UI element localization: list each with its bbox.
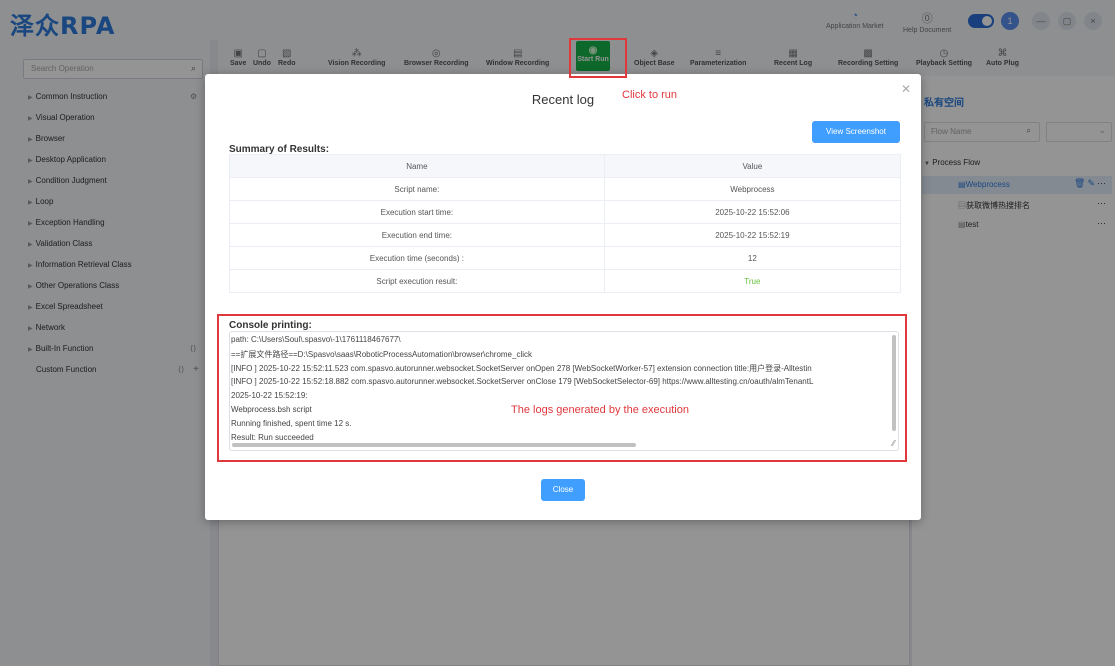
- table-row: Execution time (seconds) :12: [229, 246, 902, 270]
- view-screenshot-button[interactable]: View Screenshot: [812, 121, 900, 143]
- table-row: Execution end time: 2025-10-22 15:52:19: [229, 223, 902, 247]
- dialog-title: Recent log: [531, 92, 595, 107]
- cell-name: Execution start time:: [229, 200, 605, 224]
- close-button[interactable]: Close: [541, 479, 585, 501]
- table-row: Execution start time: 2025-10-22 15:52:06: [229, 200, 902, 224]
- start-run-highlight: [569, 38, 627, 78]
- summary-table: Name Value Script name: Webprocess Execut…: [229, 154, 902, 293]
- cell-value: 12: [603, 246, 902, 270]
- cell-value: 2025-10-22 15:52:19: [603, 223, 902, 247]
- cell-value: Webprocess: [603, 177, 902, 201]
- table-row: Script execution result: True: [229, 269, 902, 293]
- console-highlight: [217, 314, 907, 462]
- click-to-run-annotation: Click to run: [622, 89, 678, 101]
- table-header-row: Name Value: [229, 154, 902, 178]
- cell-value: 2025-10-22 15:52:06: [603, 200, 902, 224]
- cell-name: Script execution result:: [229, 269, 605, 293]
- cell-name: Execution time (seconds) :: [229, 246, 605, 270]
- table-row: Script name: Webprocess: [229, 177, 902, 201]
- column-header-name: Name: [229, 154, 605, 178]
- cell-name: Execution end time:: [229, 223, 605, 247]
- column-header-value: Value: [603, 154, 902, 178]
- cell-name: Script name:: [229, 177, 605, 201]
- logs-annotation: The logs generated by the execution: [511, 404, 689, 416]
- close-icon[interactable]: ✕: [901, 82, 911, 96]
- cell-value-result: True: [603, 269, 902, 293]
